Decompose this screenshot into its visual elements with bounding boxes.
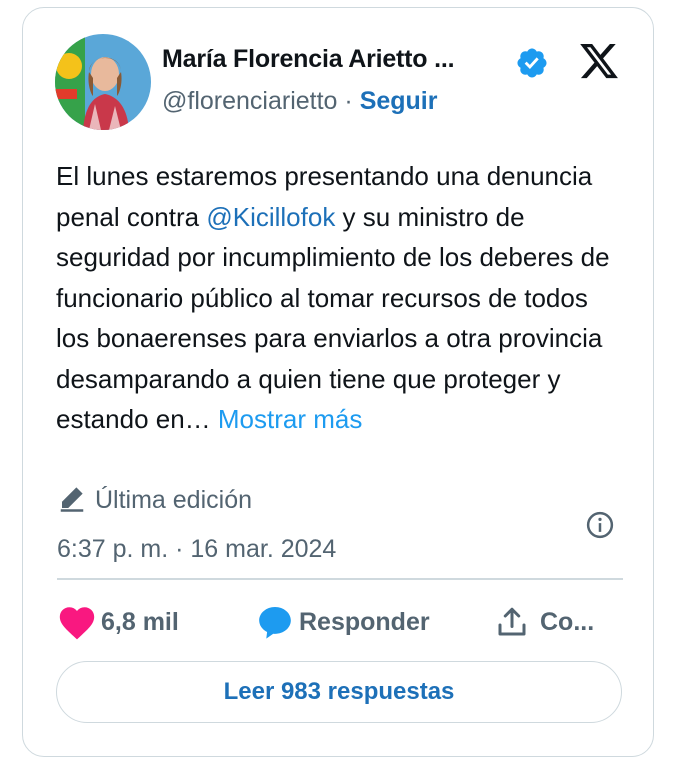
author-handle[interactable]: @florenciarietto xyxy=(162,87,337,115)
like-button[interactable]: 6,8 mil xyxy=(57,602,179,642)
author-name[interactable]: María Florencia Arietto ... xyxy=(162,45,455,74)
share-button[interactable]: Co... xyxy=(494,602,594,642)
info-icon[interactable] xyxy=(585,510,615,540)
mention-link[interactable]: @Kicillofok xyxy=(206,202,335,232)
heart-icon xyxy=(59,607,95,640)
tweet-text: El lunes estaremos presentando una denun… xyxy=(56,156,626,440)
reply-bubble-icon xyxy=(259,606,291,639)
share-icon xyxy=(498,607,526,636)
separator-dot: · xyxy=(344,87,353,115)
timestamp[interactable]: 6:37 p. m. · 16 mar. 2024 xyxy=(57,535,336,564)
reply-label: Responder xyxy=(299,607,430,636)
edited-indicator[interactable]: Última edición xyxy=(57,486,252,516)
handle-row: @florenciarietto · Seguir xyxy=(162,87,437,116)
verified-badge-icon xyxy=(517,48,547,78)
avatar[interactable] xyxy=(55,34,151,130)
reply-button[interactable]: Responder xyxy=(255,602,430,642)
tweet-text-part-2: y su ministro de seguridad por incumplim… xyxy=(56,201,610,435)
action-bar: 6,8 mil Responder Co... xyxy=(57,602,623,642)
divider xyxy=(57,578,623,580)
edited-label: Última edición xyxy=(95,486,253,514)
read-replies-button[interactable]: Leer 983 respuestas xyxy=(56,661,622,723)
x-logo-icon[interactable] xyxy=(578,40,620,82)
pencil-icon xyxy=(60,487,84,513)
show-more-link[interactable]: Mostrar más xyxy=(218,404,362,434)
likes-count: 6,8 mil xyxy=(101,607,179,636)
follow-button[interactable]: Seguir xyxy=(360,87,438,115)
share-label: Co... xyxy=(540,607,595,636)
tweet-embed-card: María Florencia Arietto ... @florenciari… xyxy=(22,7,654,757)
